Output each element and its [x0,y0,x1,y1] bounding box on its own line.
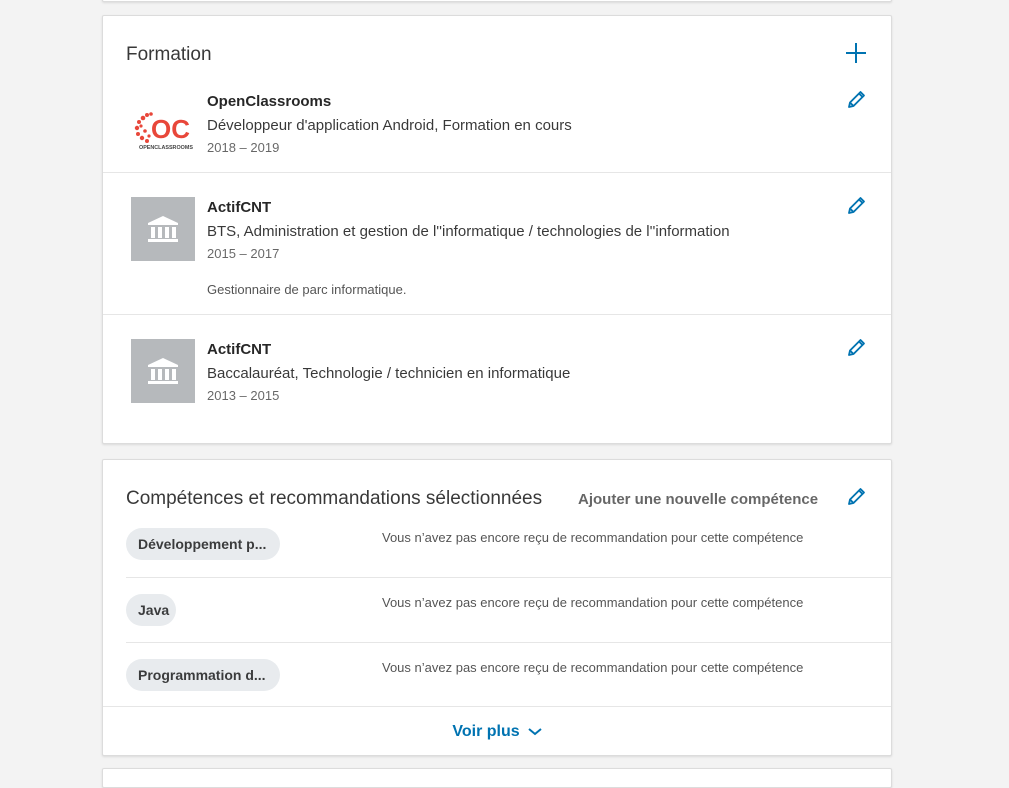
description-text: Gestionnaire de parc informatique. [207,282,407,297]
school-name[interactable]: OpenClassrooms [207,92,801,112]
dates-text: 2013 – 2015 [207,388,280,403]
pencil-icon [848,91,865,108]
education-title: Formation [126,44,212,65]
skills-section: Compétences et recommandations sélection… [102,459,892,756]
skill-row: Développement p... Vous n’avez pas encor… [126,520,891,578]
edit-education-button[interactable] [843,193,869,219]
pencil-icon [848,197,865,214]
education-section: Formation OC OPENCLASSROOMS OpenClassroo… [102,15,892,444]
svg-text:OC: OC [151,114,190,144]
edit-skills-button[interactable] [843,484,869,510]
degree-text: BTS, Administration et gestion de l''inf… [207,223,730,240]
dates-text: 2018 – 2019 [207,140,280,155]
edit-education-button[interactable] [843,87,869,113]
endorsement-text: Vous n’avez pas encore reçu de recommand… [382,660,804,675]
endorsement-text: Vous n’avez pas encore reçu de recommand… [382,530,804,545]
skills-title: Compétences et recommandations sélection… [126,488,543,509]
school-name[interactable]: ActifCNT [207,198,801,218]
openclassrooms-logo: OC OPENCLASSROOMS [131,98,195,162]
see-more-button[interactable]: Voir plus [103,706,891,757]
next-card [102,768,892,788]
degree-text: Développeur d'application Android, Forma… [207,117,572,134]
education-item: OC OPENCLASSROOMS OpenClassrooms Dévelop… [103,86,891,173]
skill-pill[interactable]: Java [126,594,176,626]
skill-row: Java Vous n’avez pas encore reçu de reco… [126,578,891,643]
skill-pill[interactable]: Programmation d... [126,659,280,691]
plus-icon [846,43,866,63]
svg-text:OPENCLASSROOMS: OPENCLASSROOMS [139,145,193,151]
previous-card [102,0,892,2]
add-education-button[interactable] [841,38,871,68]
skill-pill[interactable]: Développement p... [126,528,280,560]
school-building-icon [131,197,195,261]
endorsement-text: Vous n’avez pas encore reçu de recommand… [382,595,804,610]
school-name[interactable]: ActifCNT [207,340,801,360]
education-item: ActifCNT Baccalauréat, Technologie / tec… [103,315,891,443]
skill-row: Programmation d... Vous n’avez pas encor… [126,643,891,706]
pencil-icon [848,339,865,356]
school-building-icon [131,339,195,403]
chevron-down-icon [527,727,542,737]
see-more-label: Voir plus [452,723,520,740]
edit-education-button[interactable] [843,335,869,361]
degree-text: Baccalauréat, Technologie / technicien e… [207,365,571,382]
pencil-icon [848,488,865,505]
add-skill-button[interactable]: Ajouter une nouvelle compétence [578,491,818,508]
education-item: ActifCNT BTS, Administration et gestion … [103,173,891,315]
dates-text: 2015 – 2017 [207,246,280,261]
